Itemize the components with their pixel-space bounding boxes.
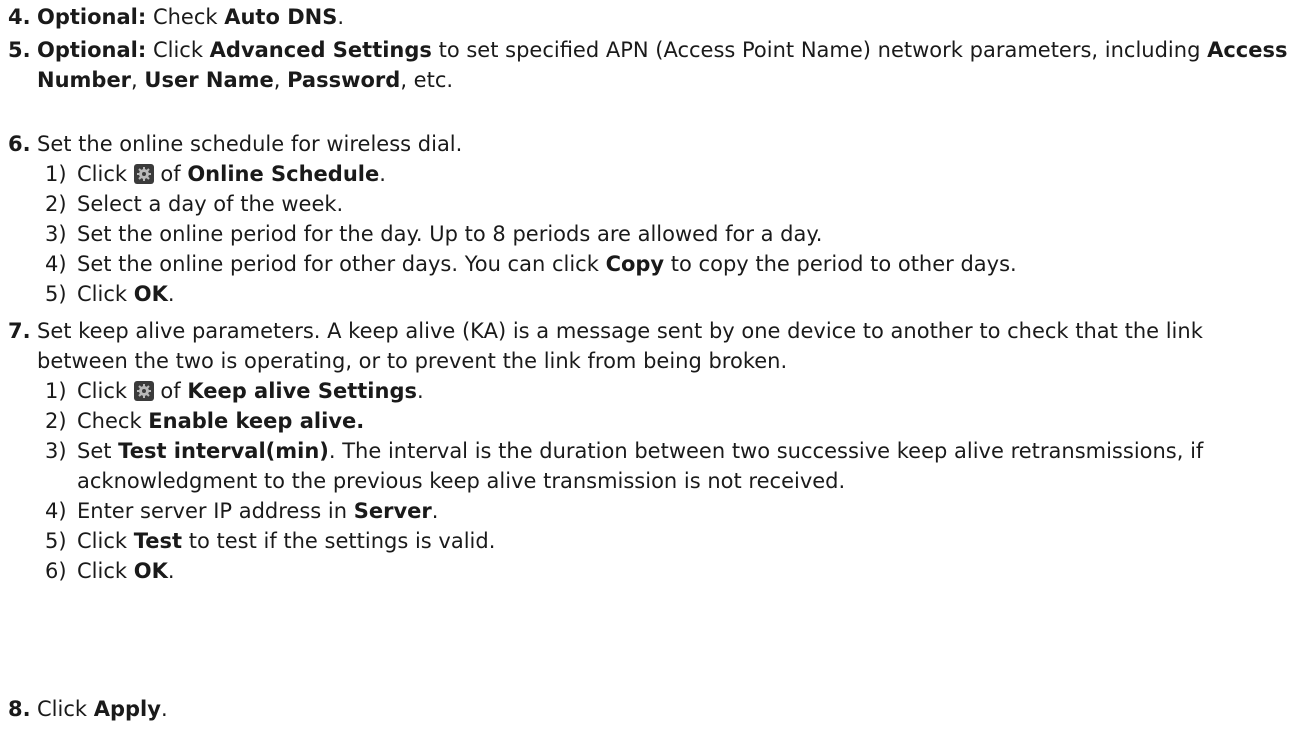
substep: 2) Check Enable keep alive. — [45, 406, 1293, 436]
text-run: . — [431, 499, 439, 523]
step-text: Optional: Check Auto DNS. — [37, 2, 1293, 32]
step-text: Set the online schedule for wireless dia… — [37, 132, 463, 156]
text-run: . — [160, 697, 168, 721]
substep-number: 2) — [45, 409, 67, 433]
text-run: , — [131, 68, 145, 92]
substep-number: 4) — [45, 252, 67, 276]
substep: 1) Click of Keep alive Settings. — [45, 376, 1293, 406]
test-term: Test — [133, 529, 183, 553]
text-run: Check — [77, 409, 149, 433]
manual-page: 4. Optional: Check Auto DNS. 5. Optional… — [0, 0, 1299, 731]
gear-icon[interactable] — [133, 164, 154, 184]
user-name-term: User Name — [144, 68, 274, 92]
substep-number: 1) — [45, 162, 67, 186]
step-number: 6. — [8, 132, 31, 156]
substep-number: 6) — [45, 559, 67, 583]
text-run: Click — [77, 529, 134, 553]
advanced-settings-term: Advanced Settings — [209, 38, 432, 62]
text-run: to copy the period to other days. — [664, 252, 1017, 276]
step-4: 4. Optional: Check Auto DNS. — [8, 2, 1293, 32]
ok-term: OK — [133, 559, 168, 583]
step-text: Optional: Click Advanced Settings to set… — [37, 35, 1293, 95]
substep: 3) Set the online period for the day. Up… — [45, 219, 1293, 249]
step-text: Set keep alive parameters. A keep alive … — [37, 319, 1203, 373]
step-5: 5. Optional: Click Advanced Settings to … — [8, 35, 1293, 95]
auto-dns-term: Auto DNS — [224, 5, 338, 29]
substep-number: 4) — [45, 499, 67, 523]
enable-keep-alive-term: Enable keep alive. — [148, 409, 365, 433]
step-number: 5. — [8, 38, 31, 62]
substep-text: Set the online period for the day. Up to… — [77, 222, 823, 246]
step-8: 8. Click Apply. — [8, 694, 1293, 724]
text-run: Click — [146, 38, 210, 62]
text-run: . — [167, 282, 175, 306]
text-run: , etc. — [400, 68, 454, 92]
substep-number: 1) — [45, 379, 67, 403]
text-run: to set specified APN (Access Point Name)… — [431, 38, 1208, 62]
substep: 4) Set the online period for other days.… — [45, 249, 1293, 279]
test-interval-term: Test interval(min) — [118, 439, 329, 463]
text-run: to test if the settings is valid. — [182, 529, 496, 553]
step-number: 7. — [8, 319, 31, 343]
optional-label: Optional: — [37, 38, 147, 62]
step-7: 7. Set keep alive parameters. A keep ali… — [8, 316, 1293, 586]
substep-text: Check Enable keep alive. — [77, 406, 1293, 436]
substep: 2) Select a day of the week. — [45, 189, 1293, 219]
optional-label: Optional: — [37, 5, 147, 29]
substep-text: Click OK. — [77, 556, 1293, 586]
substep: 6) Click OK. — [45, 556, 1293, 586]
text-run: Check — [146, 5, 225, 29]
text-run: . — [416, 379, 424, 403]
text-run: Click — [77, 162, 134, 186]
copy-term: Copy — [605, 252, 665, 276]
apply-term: Apply — [93, 697, 161, 721]
text-run: . — [337, 5, 345, 29]
substep: 1) Click of Online Schedule. — [45, 159, 1293, 189]
step-6: 6. Set the online schedule for wireless … — [8, 129, 1293, 309]
text-run: Click — [77, 559, 134, 583]
text-run: Click — [37, 697, 94, 721]
step-number: 4. — [8, 5, 31, 29]
text-run: Enter server IP address in — [77, 499, 354, 523]
text-run: Set the online period for other days. Yo… — [77, 252, 606, 276]
text-run: Click — [77, 282, 134, 306]
substep-text: Set the online period for other days. Yo… — [77, 249, 1293, 279]
ok-term: OK — [133, 282, 168, 306]
substep-number: 3) — [45, 222, 67, 246]
gear-icon[interactable] — [133, 381, 154, 401]
substep-number: 5) — [45, 529, 67, 553]
substep-text: Enter server IP address in Server. — [77, 496, 1293, 526]
password-term: Password — [287, 68, 401, 92]
text-run: , — [273, 68, 288, 92]
keep-alive-settings-term: Keep alive Settings — [187, 379, 417, 403]
substep-text: Click Test to test if the settings is va… — [77, 526, 1293, 556]
substep-text: Click of Keep alive Settings. — [77, 376, 1293, 406]
substep-number: 5) — [45, 282, 67, 306]
text-run: of — [153, 162, 188, 186]
substep-text: Set Test interval(min). The interval is … — [77, 436, 1293, 496]
text-run: of — [153, 379, 188, 403]
substep: 3) Set Test interval(min). The interval … — [45, 436, 1293, 496]
online-schedule-term: Online Schedule — [187, 162, 380, 186]
substep: 5) Click OK. — [45, 279, 1293, 309]
substep-text: Click of Online Schedule. — [77, 159, 1293, 189]
text-run: . — [379, 162, 386, 186]
server-term: Server — [353, 499, 432, 523]
substep: 5) Click Test to test if the settings is… — [45, 526, 1293, 556]
step-text: Click Apply. — [37, 694, 1293, 724]
text-run: . — [167, 559, 175, 583]
substep-number: 2) — [45, 192, 67, 216]
substep-text: Select a day of the week. — [77, 192, 344, 216]
text-run: Click — [77, 379, 134, 403]
substep-number: 3) — [45, 439, 67, 463]
substep: 4) Enter server IP address in Server. — [45, 496, 1293, 526]
step-number: 8. — [8, 697, 31, 721]
text-run: Set — [77, 439, 119, 463]
substep-text: Click OK. — [77, 279, 1293, 309]
